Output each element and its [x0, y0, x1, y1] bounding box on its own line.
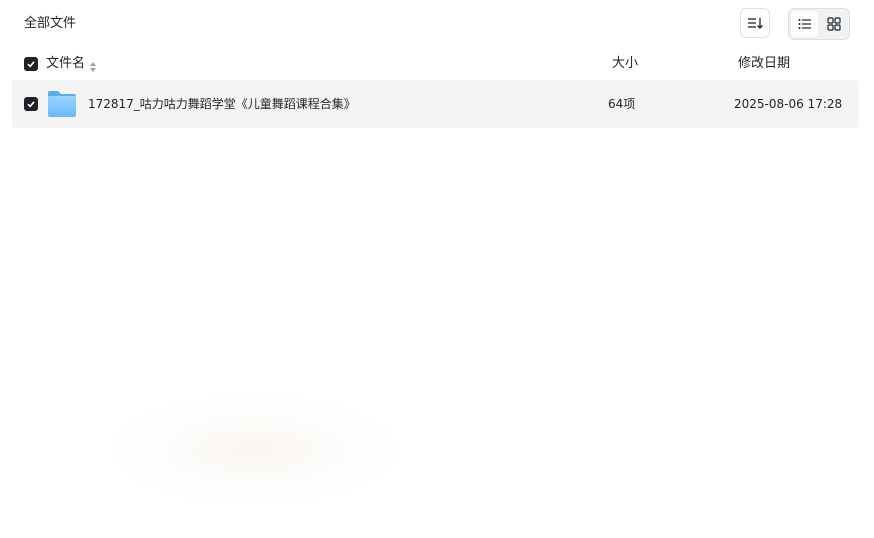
- column-header: 文件名 大小 修改日期: [0, 52, 874, 76]
- grid-icon: [826, 17, 841, 31]
- file-browser: 全部文件 文件名 大小 修改日期 172817_咕力咕力舞蹈学堂《儿童舞蹈课程合…: [0, 0, 874, 538]
- file-row[interactable]: 172817_咕力咕力舞蹈学堂《儿童舞蹈课程合集》 64项 2025-08-06…: [12, 80, 859, 128]
- file-modified: 2025-08-06 17:28: [734, 97, 843, 111]
- column-size-label: 大小: [612, 56, 639, 71]
- list-view-button[interactable]: [791, 11, 818, 37]
- breadcrumb[interactable]: 全部文件: [24, 14, 76, 34]
- sort-button[interactable]: [740, 8, 770, 38]
- row-checkbox[interactable]: [24, 97, 38, 111]
- check-icon: [27, 61, 35, 68]
- column-name-label: 文件名: [46, 56, 86, 71]
- sort-arrows-icon: [89, 58, 97, 72]
- check-icon: [27, 101, 35, 108]
- folder-icon: [46, 90, 78, 118]
- background-glow: [110, 395, 400, 505]
- select-all-checkbox[interactable]: [24, 57, 38, 71]
- column-name[interactable]: 文件名: [46, 52, 97, 76]
- sort-list-icon: [747, 16, 763, 30]
- view-toggle: [788, 8, 850, 40]
- file-size: 64项: [608, 97, 636, 111]
- list-icon: [798, 18, 812, 30]
- column-date-label: 修改日期: [738, 56, 791, 71]
- file-name[interactable]: 172817_咕力咕力舞蹈学堂《儿童舞蹈课程合集》: [88, 95, 356, 113]
- toolbar: 全部文件: [0, 0, 874, 48]
- grid-view-button[interactable]: [820, 11, 847, 37]
